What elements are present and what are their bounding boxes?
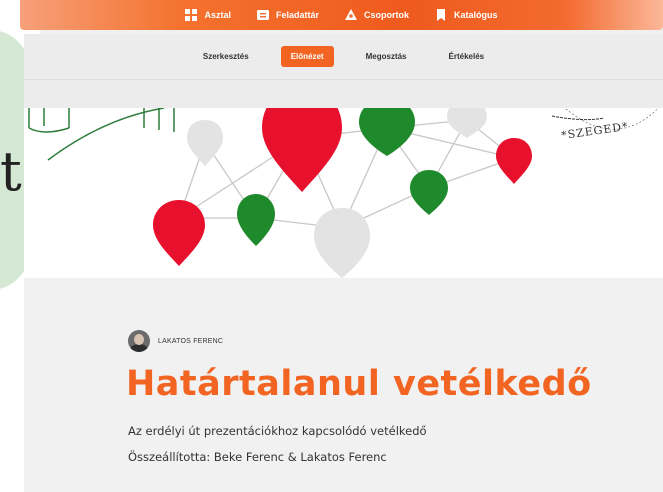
nav-item-csoportok[interactable]: Csoportok [345, 9, 409, 21]
balloon-green [359, 108, 415, 156]
tab-ertekeles[interactable]: Értékelés [439, 46, 495, 67]
background-glyph: t [0, 140, 22, 203]
author-name: LAKATOS FERENC [158, 337, 224, 345]
quiz-title: Határtalanul vetélkedő [126, 364, 592, 404]
dashboard-icon [185, 9, 198, 21]
nav-item-feladattar[interactable]: Feladattár [256, 9, 319, 21]
balloon-red [496, 138, 532, 184]
quiz-compiled-by: Összeállította: Beke Ferenc & Lakatos Fe… [128, 450, 387, 464]
top-navigation: Asztal Feladattár Csoportok Katalógus [20, 0, 663, 30]
stamp-seal: *SZEGED* [551, 108, 659, 142]
balloon-green [237, 194, 275, 246]
author: LAKATOS FERENC [128, 330, 223, 352]
cover-image: *SZEGED* [24, 108, 663, 278]
tab-elonezet[interactable]: Előnézet [280, 46, 334, 67]
balloon-grey [187, 120, 223, 166]
tab-szerkesztes[interactable]: Szerkesztés [193, 46, 259, 67]
avatar [128, 330, 150, 352]
screen: t Asztal Feladattár Csoportok Katalógus … [0, 0, 663, 492]
tab-megosztas[interactable]: Megosztás [356, 46, 417, 67]
balloon-red-large [262, 108, 342, 192]
nav-label: Asztal [204, 10, 231, 20]
nav-label: Csoportok [364, 10, 409, 20]
editor-tabs: Szerkesztés Előnézet Megosztás Értékelés [24, 34, 663, 80]
nav-item-asztal[interactable]: Asztal [185, 9, 231, 21]
groups-icon [345, 9, 357, 20]
balloon-red [153, 200, 205, 266]
balloon-grey [447, 108, 487, 138]
toolbar-strip [24, 80, 663, 108]
nav-item-katalogus[interactable]: Katalógus [435, 9, 498, 21]
balloon-green [410, 170, 448, 215]
balloon-grey [314, 208, 370, 278]
nav-label: Feladattár [275, 10, 319, 20]
task-library-icon [256, 10, 269, 20]
stamp-text: *SZEGED* [560, 120, 629, 142]
bookmark-icon [437, 9, 445, 21]
nav-label: Katalógus [454, 10, 498, 20]
balloon-network-illustration: *SZEGED* [28, 108, 659, 278]
green-line-drawing [28, 108, 175, 161]
quiz-description: Az erdélyi út prezentációkhoz kapcsolódó… [128, 424, 427, 438]
quiz-info: LAKATOS FERENC Határtalanul vetélkedő Az… [24, 278, 663, 492]
